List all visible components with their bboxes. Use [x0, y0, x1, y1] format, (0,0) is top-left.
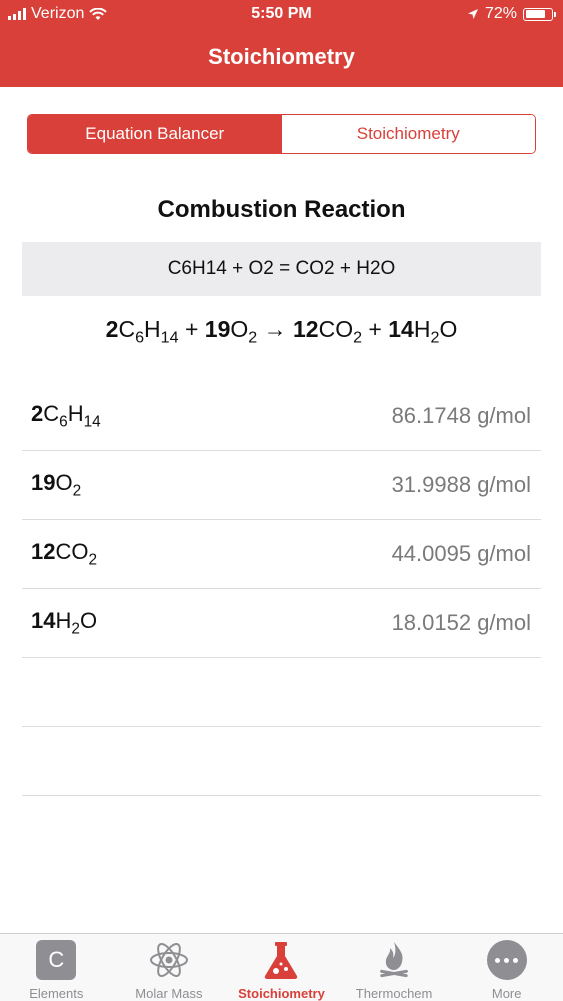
equation-term: 2C6H14	[105, 316, 179, 347]
battery-percent: 72%	[484, 5, 517, 22]
plus-sign: +	[362, 316, 389, 342]
table-row[interactable]: 2C6H14 86.1748 g/mol	[22, 382, 541, 451]
tab-thermochem[interactable]: Thermochem	[338, 934, 451, 1001]
compound-formula: 14H2O	[31, 607, 98, 638]
table-row[interactable]: 19O2 31.9988 g/mol	[22, 451, 541, 520]
table-row[interactable]: 14H2O 18.0152 g/mol	[22, 589, 541, 658]
table-row[interactable]	[22, 727, 541, 796]
molar-mass-value: 31.9988 g/mol	[391, 472, 531, 497]
compound-formula: 12CO2	[31, 538, 98, 569]
tab-stoichiometry[interactable]: Stoichiometry	[225, 934, 338, 1001]
reaction-arrow: →	[257, 316, 293, 342]
equation-term: 14H2O	[388, 316, 458, 347]
equation-term: 19O2	[204, 316, 258, 347]
balanced-equation: 2C6H14 + 19O2 → 12CO2 + 14H2O	[0, 316, 563, 348]
molar-mass-table: 2C6H14 86.1748 g/mol 19O2 31.9988 g/mol 12CO…	[22, 382, 541, 796]
page-title: Stoichiometry	[208, 44, 355, 69]
reaction-type-title: Combustion Reaction	[157, 196, 406, 223]
equation-term: 12CO2	[293, 316, 363, 347]
fire-icon	[380, 942, 408, 978]
molar-mass-value: 86.1748 g/mol	[391, 403, 531, 428]
tab-label: Thermochem	[355, 986, 433, 1001]
tab-label: More	[491, 986, 522, 1001]
status-bar: Verizon 5:50 PM 72%	[0, 0, 563, 30]
segment-equation-balancer[interactable]: Equation Balancer	[28, 115, 282, 153]
tab-label: Elements	[29, 986, 84, 1001]
equation-input-field[interactable]: C6H14 + O2 = CO2 + H2O	[22, 242, 541, 296]
element-c-icon: C	[36, 940, 77, 980]
battery-icon	[523, 7, 556, 21]
plus-sign: +	[178, 316, 205, 342]
segment-stoichiometry[interactable]: Stoichiometry	[281, 115, 535, 153]
table-row[interactable]: 12CO2 44.0095 g/mol	[22, 520, 541, 589]
more-dots-icon	[486, 940, 527, 980]
navigation-header: Verizon 5:50 PM 72% Stoichiometry	[0, 0, 563, 87]
tab-elements[interactable]: C Elements	[0, 934, 113, 1001]
flask-icon	[265, 942, 298, 979]
atom-icon	[149, 943, 188, 977]
tab-label: Molar Mass	[135, 986, 203, 1001]
tab-molar-mass[interactable]: Molar Mass	[113, 934, 226, 1001]
segmented-control: Equation Balancer Stoichiometry	[27, 114, 536, 154]
tab-label: Stoichiometry	[238, 986, 325, 1001]
table-row[interactable]	[22, 658, 541, 727]
tab-bar: C Elements Molar Mass Stoichiometry Ther…	[0, 933, 563, 1001]
molar-mass-value: 44.0095 g/mol	[391, 541, 531, 566]
molar-mass-value: 18.0152 g/mol	[391, 610, 531, 635]
tab-more[interactable]: More	[450, 934, 563, 1001]
compound-formula: 2C6H14	[31, 400, 101, 431]
compound-formula: 19O2	[31, 469, 82, 500]
location-arrow-icon	[467, 9, 478, 19]
